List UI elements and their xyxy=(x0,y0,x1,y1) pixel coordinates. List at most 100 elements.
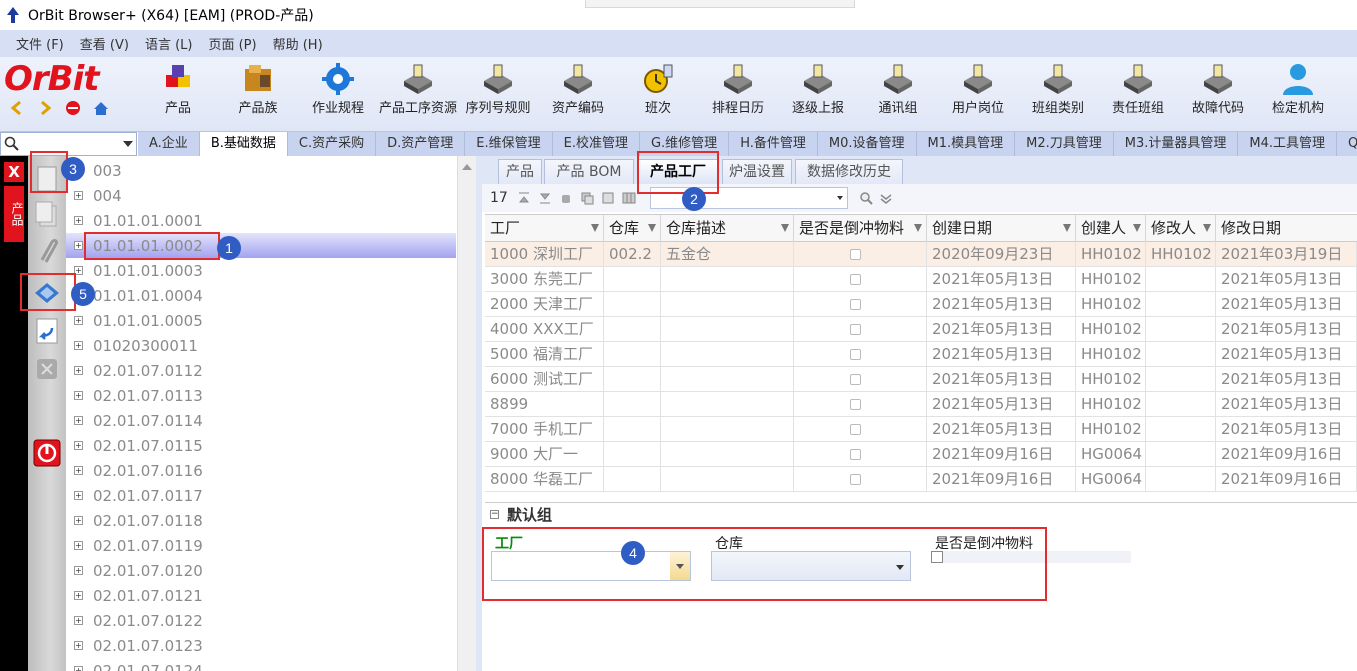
search-icon[interactable] xyxy=(859,191,873,205)
menu-language[interactable]: 语言 (L) xyxy=(137,34,201,53)
tree-item[interactable]: +02.01.07.0114 xyxy=(66,408,456,433)
tab-cutter[interactable]: M2.刀具管理 xyxy=(1015,132,1114,156)
menu-view[interactable]: 查看 (V) xyxy=(72,34,137,53)
col-factory[interactable]: 工厂 xyxy=(485,215,604,243)
copy-icon[interactable] xyxy=(32,200,62,230)
tab-tools[interactable]: M4.工具管理 xyxy=(1238,132,1337,156)
scroll-up-icon[interactable] xyxy=(462,164,472,170)
backflush-cell-checkbox[interactable] xyxy=(850,274,861,285)
subtab-product[interactable]: 产品 xyxy=(498,159,542,184)
toolbar-team-category[interactable]: 班组类别 xyxy=(1018,59,1098,129)
toolbar-comm-group[interactable]: 通讯组 xyxy=(858,59,938,129)
expand-icon[interactable]: + xyxy=(74,616,83,625)
last-record-icon[interactable] xyxy=(538,191,552,205)
table-row[interactable]: 8899 2021年05月13日 HH0102 2021年05月13日 xyxy=(485,392,1357,417)
backflush-cell-checkbox[interactable] xyxy=(850,349,861,360)
tab-asset-management[interactable]: D.资产管理 xyxy=(376,132,466,156)
tree-item[interactable]: +02.01.07.0118 xyxy=(66,508,456,533)
toolbar-product-family[interactable]: 产品族 xyxy=(218,59,298,129)
tree-item[interactable]: +02.01.07.0117 xyxy=(66,483,456,508)
table-row[interactable]: 2000 天津工厂 2021年05月13日 HH0102 2021年05月13日 xyxy=(485,292,1357,317)
tab-enterprise[interactable]: A.企业 xyxy=(138,132,200,156)
expand-icon[interactable]: + xyxy=(74,666,83,671)
tree-item[interactable]: +004 xyxy=(66,183,456,208)
filter-icon[interactable] xyxy=(1133,224,1141,232)
expand-icon[interactable]: + xyxy=(74,366,83,375)
menu-help[interactable]: 帮助 (H) xyxy=(265,34,331,53)
col-modified-date[interactable]: 修改日期 xyxy=(1216,215,1357,243)
expand-icon[interactable]: + xyxy=(74,191,83,200)
stop-icon[interactable] xyxy=(64,99,82,117)
tree-item[interactable]: +003 xyxy=(66,158,456,183)
filter-icon[interactable] xyxy=(1203,224,1211,232)
expand-icon[interactable]: + xyxy=(74,216,83,225)
toolbar-process-resource[interactable]: 产品工序资源 xyxy=(378,59,458,129)
backflush-cell-checkbox[interactable] xyxy=(850,399,861,410)
back-icon[interactable] xyxy=(8,99,26,117)
tree-item[interactable]: +01020300011 xyxy=(66,333,456,358)
tree-item[interactable]: +02.01.07.0113 xyxy=(66,383,456,408)
menu-file[interactable]: 文件 (F) xyxy=(8,34,72,53)
expand-icon[interactable]: + xyxy=(74,516,83,525)
expand-icon[interactable]: + xyxy=(74,641,83,650)
expand-icon[interactable]: + xyxy=(74,441,83,450)
expand-icon[interactable]: + xyxy=(74,416,83,425)
expand-icon[interactable]: + xyxy=(74,591,83,600)
close-icon[interactable]: X xyxy=(4,162,24,182)
col-created-date[interactable]: 创建日期 xyxy=(927,215,1076,243)
tree-item[interactable]: +01.01.01.0003 xyxy=(66,258,456,283)
table-row[interactable]: 1000 深圳工厂 002.2 五金仓 2020年09月23日 HH0102 HH0102… xyxy=(485,242,1357,267)
tree-scrollbar[interactable] xyxy=(457,156,476,671)
copy-row-icon[interactable] xyxy=(580,191,594,205)
tab-mold[interactable]: M1.模具管理 xyxy=(917,132,1016,156)
expand-icon[interactable]: + xyxy=(74,341,83,350)
tree-item[interactable]: +02.01.07.0116 xyxy=(66,458,456,483)
filter-icon[interactable] xyxy=(914,224,922,232)
backflush-cell-checkbox[interactable] xyxy=(850,449,861,460)
toolbar-product[interactable]: 产品 xyxy=(138,59,218,129)
tree-item[interactable]: +02.01.07.0124 xyxy=(66,658,456,671)
undo-icon[interactable] xyxy=(32,316,62,346)
toolbar-shift[interactable]: 班次 xyxy=(618,59,698,129)
backflush-cell-checkbox[interactable] xyxy=(850,424,861,435)
tab-maintenance[interactable]: E.维保管理 xyxy=(465,132,553,156)
columns-icon[interactable] xyxy=(622,191,636,205)
filter-icon[interactable] xyxy=(1063,224,1071,232)
module-search-input[interactable] xyxy=(0,132,137,156)
subtab-change-history[interactable]: 数据修改历史 xyxy=(795,159,903,184)
attach-icon[interactable] xyxy=(32,236,62,266)
expand-icon[interactable]: + xyxy=(74,566,83,575)
backflush-cell-checkbox[interactable] xyxy=(850,324,861,335)
toolbar-user-post[interactable]: 用户岗位 xyxy=(938,59,1018,129)
tab-equipment[interactable]: M0.设备管理 xyxy=(818,132,917,156)
tree-item[interactable]: +02.01.07.0123 xyxy=(66,633,456,658)
delete-icon[interactable] xyxy=(32,354,62,384)
col-modified-by[interactable]: 修改人 xyxy=(1146,215,1216,243)
first-record-icon[interactable] xyxy=(517,191,531,205)
col-backflush[interactable]: 是否是倒冲物料 xyxy=(794,215,927,243)
tree-item[interactable]: +02.01.07.0112 xyxy=(66,358,456,383)
expand-icon[interactable]: + xyxy=(74,541,83,550)
col-created-by[interactable]: 创建人 xyxy=(1076,215,1146,243)
power-icon[interactable] xyxy=(32,438,62,468)
tree-item[interactable]: +02.01.07.0119 xyxy=(66,533,456,558)
table-row[interactable]: 5000 福清工厂 2021年05月13日 HH0102 2021年05月13日 xyxy=(485,342,1357,367)
toolbar-work-procedure[interactable]: 作业规程 xyxy=(298,59,378,129)
backflush-cell-checkbox[interactable] xyxy=(850,249,861,260)
tree-item[interactable]: +02.01.07.0121 xyxy=(66,583,456,608)
expand-icon[interactable]: + xyxy=(74,391,83,400)
backflush-cell-checkbox[interactable] xyxy=(850,474,861,485)
chevron-down-icon[interactable] xyxy=(123,141,133,147)
tree-item[interactable]: +02.01.07.0122 xyxy=(66,608,456,633)
toolbar-asset-code[interactable]: 资产编码 xyxy=(538,59,618,129)
default-group-header[interactable]: − 默认组 xyxy=(485,502,1357,526)
tab-asset-purchase[interactable]: C.资产采购 xyxy=(288,132,377,156)
tree-item[interactable]: +01.01.01.0005 xyxy=(66,308,456,333)
toolbar-fault-code[interactable]: 故障代码 xyxy=(1178,59,1258,129)
toolbar-serial-rule[interactable]: 序列号规则 xyxy=(458,59,538,129)
backflush-cell-checkbox[interactable] xyxy=(850,374,861,385)
table-row[interactable]: 8000 华磊工厂 2021年09月16日 HG0064 2021年09月16日 xyxy=(485,467,1357,492)
table-row[interactable]: 9000 大厂一 2021年09月16日 HG0064 2021年09月16日 xyxy=(485,442,1357,467)
table-row[interactable]: 7000 手机工厂 2021年05月13日 HH0102 2021年05月13日 xyxy=(485,417,1357,442)
expand-icon[interactable]: + xyxy=(74,491,83,500)
